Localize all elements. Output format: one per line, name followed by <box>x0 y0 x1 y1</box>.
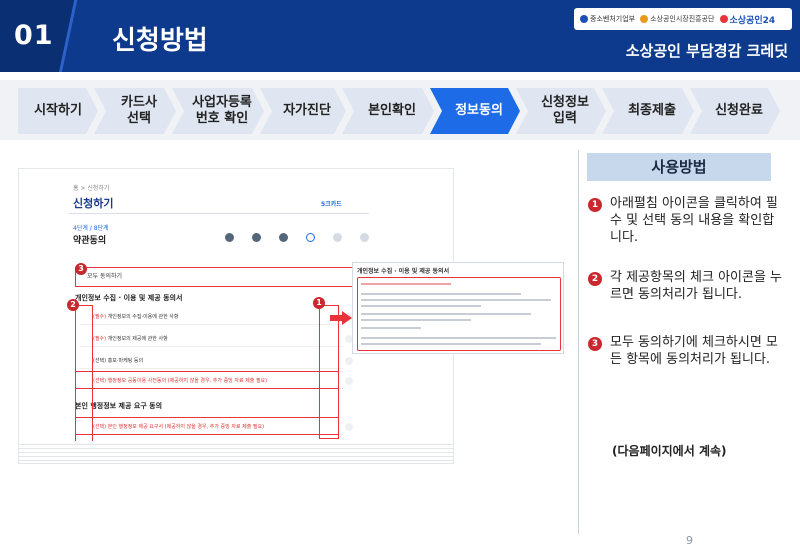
divider <box>69 213 369 214</box>
consent-row[interactable]: (필수) 개인정보의 제공에 관한 사항 <box>79 331 353 347</box>
page-number: 9 <box>686 534 693 547</box>
step-indicator-text: 4단계 / 8단계 <box>73 225 109 232</box>
page-title: 신청방법 <box>112 26 208 56</box>
highlight-row-last <box>75 417 339 435</box>
tip-number-badge: 3 <box>588 337 602 351</box>
breadcrumb: 홈 > 신청하기 <box>73 185 110 192</box>
torn-edge <box>19 441 453 463</box>
usage-title: 사용방법 <box>587 153 771 181</box>
step-final-submit: 최종제출 <box>602 88 694 134</box>
personal-info-section-title: 개인정보 수집 · 이용 및 제공 동의서 <box>75 294 183 302</box>
logo-semas: 소상공인시장진흥공단 <box>640 14 715 24</box>
tip-number-badge: 1 <box>588 198 602 212</box>
text-line <box>361 337 556 339</box>
arrow-right-icon <box>330 311 352 325</box>
continued-note: (다음페이지에서 계속) <box>612 444 727 458</box>
chevron-down-icon[interactable] <box>345 357 353 365</box>
text-line <box>361 305 481 307</box>
step-info-consent: 정보동의 <box>430 88 520 134</box>
column-divider <box>578 150 579 534</box>
logo-strip: 중소벤처기업부 소상공인시장진흥공단 소상공인24 <box>574 8 792 30</box>
terms-heading: 약관동의 <box>73 236 107 246</box>
step-dot-done-icon <box>252 233 261 242</box>
sosang24-emblem-icon <box>719 15 728 23</box>
highlight-checkbox-column <box>75 305 93 449</box>
text-line <box>361 283 451 285</box>
card-brand: 5크카드 <box>321 201 342 208</box>
tip-text: 모두 동의하기에 체크하시면 모든 항목에 동의처리가 됩니다. <box>610 335 778 367</box>
highlight-row-admin <box>75 371 339 389</box>
text-line <box>361 299 551 301</box>
logo-sosang24: 소상공인24 <box>719 13 775 26</box>
step-self-check: 자가진단 <box>260 88 346 134</box>
mss-emblem-icon <box>580 15 588 23</box>
step-dot-current-icon <box>306 233 315 242</box>
step-dot-done-icon <box>225 233 234 242</box>
callout-badge-1: 1 <box>313 297 325 309</box>
callout-badge-3: 3 <box>75 263 87 275</box>
step-dots <box>225 233 369 242</box>
program-subtitle: 소상공인 부담경감 크레딧 <box>625 42 788 60</box>
chevron-down-icon[interactable] <box>345 423 353 431</box>
step-dot-pending-icon <box>333 233 342 242</box>
text-line <box>361 327 421 329</box>
chevron-down-icon[interactable] <box>345 377 353 385</box>
step-dot-pending-icon <box>360 233 369 242</box>
text-line <box>361 343 541 345</box>
text-line <box>361 319 471 321</box>
section-number: 01 <box>14 20 54 51</box>
consent-row[interactable]: (선택) 홍보·마케팅 등의 <box>79 353 353 369</box>
step-start: 시작하기 <box>18 88 98 134</box>
tip-text: 각 제공항목의 체크 아이콘을 누르면 동의처리가 됩니다. <box>610 270 783 302</box>
step-dot-done-icon <box>279 233 288 242</box>
text-line <box>361 293 521 295</box>
tip-number-badge: 2 <box>588 272 602 286</box>
consent-row[interactable]: (필수) 개인정보의 수집·이용에 관한 사항 <box>79 309 353 325</box>
popup-title: 개인정보 수집 · 이용 및 제공 동의서 <box>357 268 450 275</box>
process-steps: 시작하기 카드사 선택 사업자등록 번호 확인 자가진단 본인확인 정보동의 신… <box>0 80 800 140</box>
header-bar: 01 신청방법 중소벤처기업부 소상공인시장진흥공단 소상공인24 소상공인 부… <box>0 0 800 72</box>
screenshot-heading: 신청하기 <box>73 197 114 210</box>
step-complete: 신청완료 <box>690 88 780 134</box>
step-business-number: 사업자등록 번호 확인 <box>172 88 264 134</box>
expanded-terms-popup: 개인정보 수집 · 이용 및 제공 동의서 <box>352 262 564 354</box>
semas-emblem-icon <box>640 15 649 23</box>
logo-mss: 중소벤처기업부 <box>580 14 635 24</box>
step-card-select: 카드사 선택 <box>94 88 176 134</box>
step-application-info: 신청정보 입력 <box>516 88 606 134</box>
highlight-agree-all <box>75 267 365 287</box>
callout-badge-2: 2 <box>67 299 79 311</box>
tip-text: 아래펼침 아이콘을 클릭하여 필수 및 선택 동의 내용을 확인합니다. <box>610 196 778 245</box>
step-identity: 본인확인 <box>342 88 434 134</box>
highlight-expand-column <box>319 305 339 439</box>
text-line <box>361 313 531 315</box>
